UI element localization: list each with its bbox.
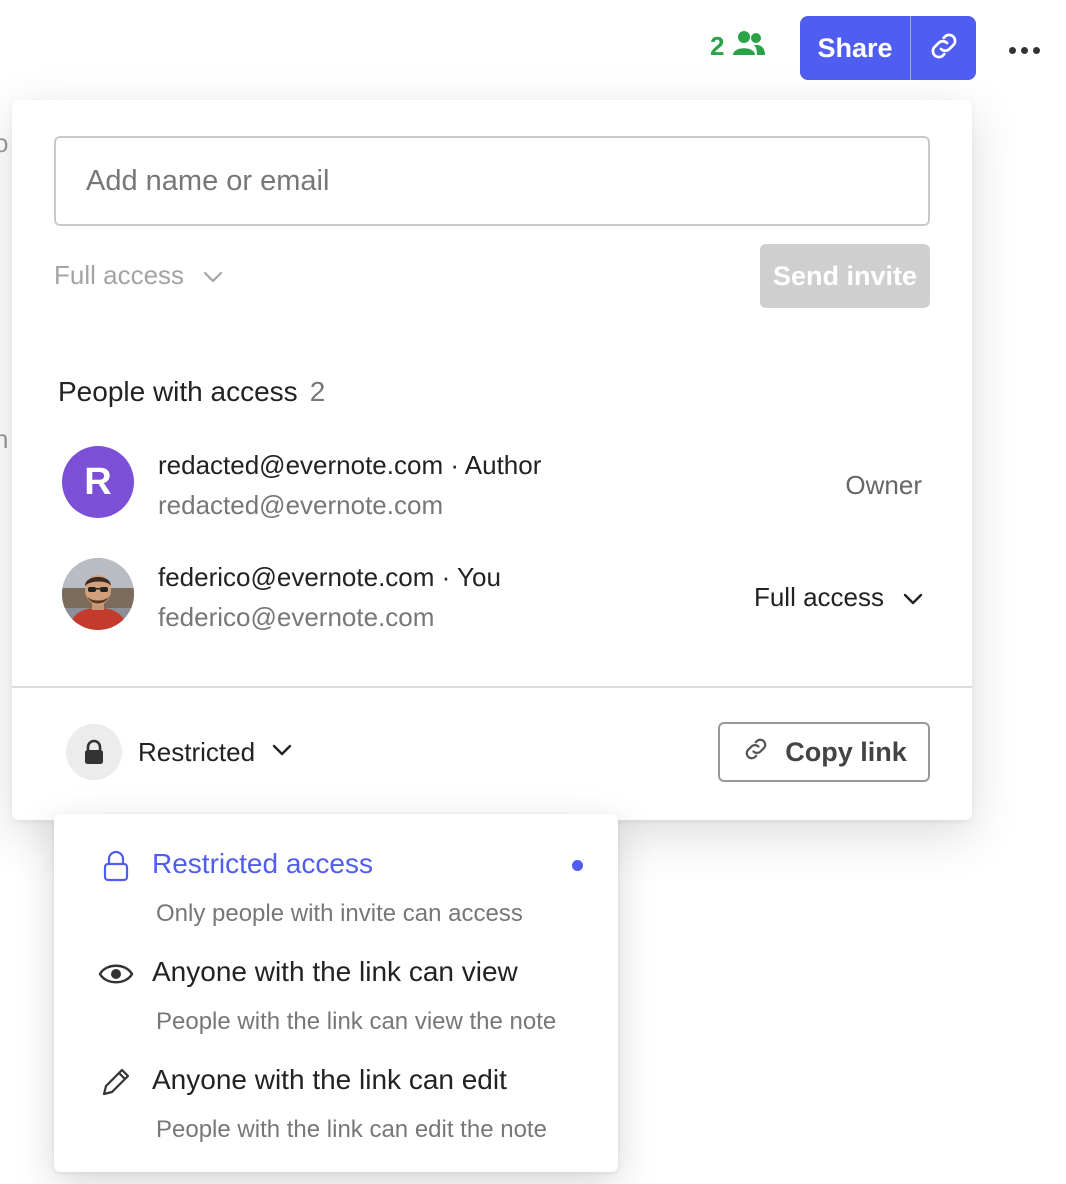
menu-option-title: Anyone with the link can edit xyxy=(152,1064,507,1095)
divider xyxy=(12,686,972,688)
person-email: redacted@evernote.com xyxy=(158,490,444,520)
person-role-label: Full access xyxy=(753,582,884,612)
person-row: federico@evernote.com · You federico@eve… xyxy=(62,558,932,634)
chevron-down-icon xyxy=(202,260,224,291)
person-name: federico@evernote.com · You xyxy=(158,562,501,592)
selected-indicator xyxy=(572,860,583,871)
people-count: 2 xyxy=(309,376,326,407)
people-heading-label: People with access xyxy=(58,376,298,407)
people-icon xyxy=(732,30,766,63)
pencil-icon xyxy=(98,1064,134,1100)
person-name: redacted@evernote.com · Author xyxy=(158,450,542,480)
collaborator-count: 2 xyxy=(710,31,725,61)
chevron-down-icon xyxy=(902,582,924,613)
avatar: R xyxy=(62,446,134,518)
background-text-fragment: n xyxy=(0,424,9,454)
link-icon xyxy=(741,734,771,771)
menu-option-anyone-edit[interactable]: Anyone with the link can edit People wit… xyxy=(54,1030,618,1143)
send-invite-button[interactable]: Send invite xyxy=(760,244,930,308)
ellipsis-icon xyxy=(1008,46,1016,54)
invite-access-label: Full access xyxy=(54,260,185,290)
person-email: federico@evernote.com xyxy=(158,602,435,632)
menu-option-anyone-view[interactable]: Anyone with the link can view People wit… xyxy=(54,922,618,1035)
share-panel: Full access Send invite People with acce… xyxy=(12,100,972,820)
lock-icon xyxy=(98,848,134,884)
person-row: R redacted@evernote.com · Author redacte… xyxy=(62,446,932,522)
menu-option-description: People with the link can edit the note xyxy=(156,1116,547,1143)
share-link-button[interactable] xyxy=(911,16,976,80)
menu-option-title: Restricted access xyxy=(152,848,373,879)
share-button[interactable]: Share xyxy=(800,16,911,80)
link-access-dropdown[interactable]: Restricted xyxy=(66,724,293,780)
collaborators-indicator[interactable]: 2 xyxy=(710,30,766,63)
background-text-fragment: o xyxy=(0,128,9,158)
eye-icon xyxy=(98,956,134,992)
person-role-dropdown[interactable]: Full access xyxy=(754,582,924,613)
copy-link-label: Copy link xyxy=(785,736,907,767)
menu-option-title: Anyone with the link can view xyxy=(152,956,518,987)
share-button-group: Share xyxy=(800,16,976,80)
lock-icon xyxy=(66,724,122,780)
copy-link-button[interactable]: Copy link xyxy=(718,722,930,782)
invite-email-input[interactable] xyxy=(54,136,930,226)
link-icon xyxy=(926,28,962,69)
people-with-access-heading: People with access 2 xyxy=(58,376,325,408)
invite-access-dropdown[interactable]: Full access xyxy=(54,260,224,291)
link-access-menu: Restricted access Only people with invit… xyxy=(54,814,618,1172)
chevron-down-icon xyxy=(271,743,293,762)
more-options-button[interactable] xyxy=(1004,38,1044,62)
person-role: Owner xyxy=(845,470,922,500)
link-access-label: Restricted xyxy=(138,736,256,767)
avatar xyxy=(62,558,134,630)
menu-option-restricted[interactable]: Restricted access Only people with invit… xyxy=(54,814,618,927)
